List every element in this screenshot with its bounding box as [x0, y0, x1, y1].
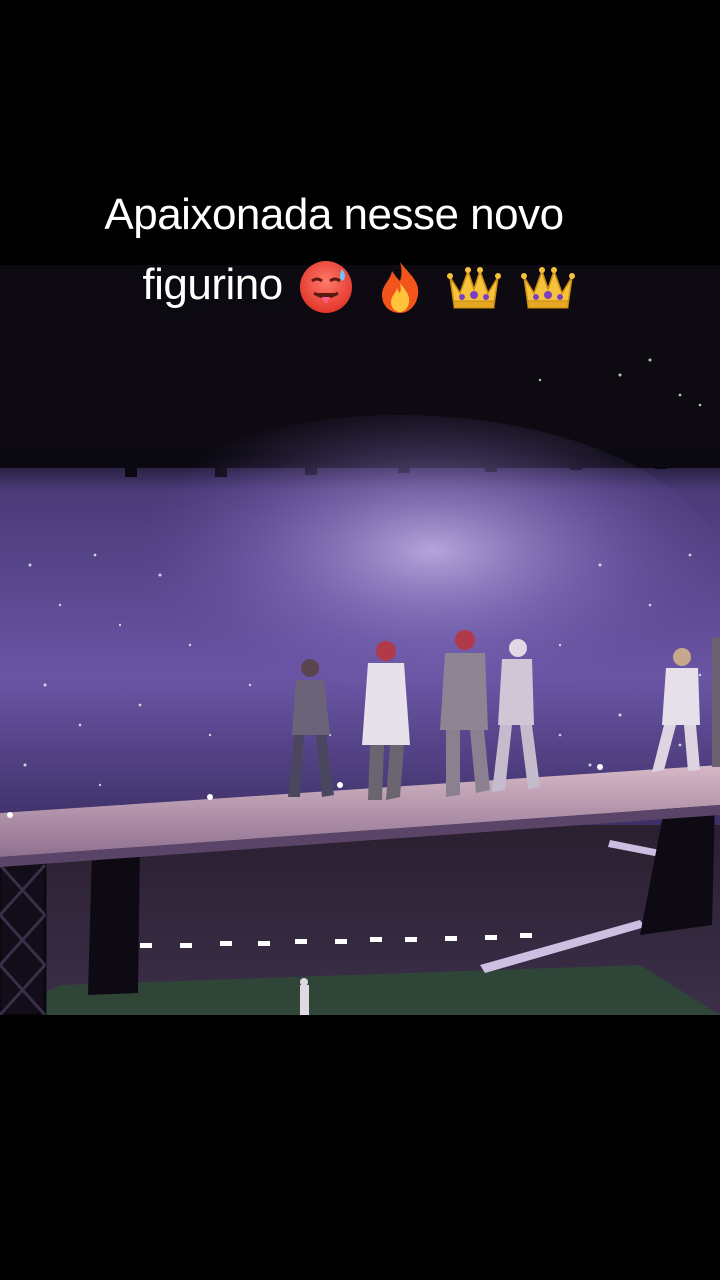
performer-6: [712, 637, 720, 767]
caption-line-2-text: figurino: [142, 260, 283, 309]
caption-line-1: Apaixonada nesse novo: [104, 190, 564, 239]
concert-video-frame[interactable]: [0, 265, 720, 1015]
hot-face-emoji: [296, 259, 356, 315]
crown-emoji: [444, 259, 504, 315]
caption-line-2: figurino: [0, 250, 720, 320]
fire-emoji: [370, 259, 430, 315]
concert-scene: [0, 265, 720, 1015]
video-caption: Apaixonada nesse novo figurino: [0, 180, 720, 320]
crown-emoji: [518, 259, 578, 315]
video-screen[interactable]: Apaixonada nesse novo figurino: [0, 0, 720, 1280]
